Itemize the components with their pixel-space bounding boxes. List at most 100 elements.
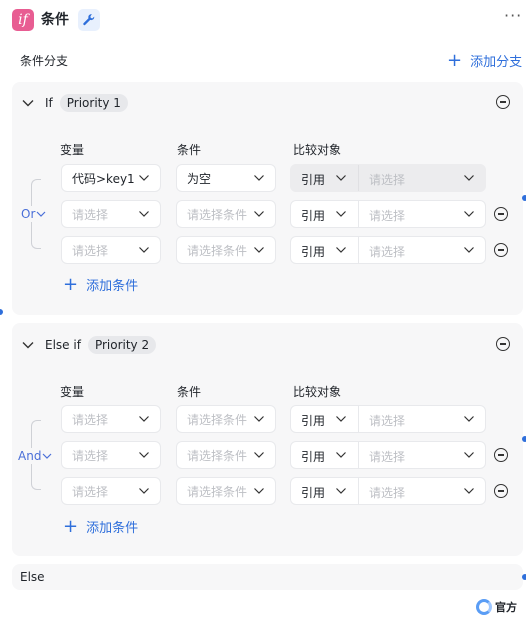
variable-select[interactable]: 请选择: [61, 236, 161, 264]
more-icon[interactable]: ···: [504, 6, 522, 25]
chevron-down-icon: [139, 211, 149, 217]
compare-field[interactable]: 引用 请选择: [290, 236, 486, 264]
variable-placeholder: 请选择: [72, 243, 109, 258]
branch-card-if: If Priority 1 变量 条件 比较对象 Or 代码>key1 为空 引…: [12, 82, 523, 315]
divider: [358, 165, 359, 191]
compare-field[interactable]: 引用 请选择: [290, 441, 486, 469]
condition-select[interactable]: 请选择条件: [176, 405, 276, 433]
column-head-condition: 条件: [177, 385, 202, 399]
compare-value-placeholder: 请选择: [369, 486, 406, 500]
branch-card-else-if: Else if Priority 2 变量 条件 比较对象 And 请选择 请选…: [12, 323, 523, 556]
compare-value-placeholder: 请选择: [369, 450, 406, 464]
condition-placeholder: 请选择条件: [187, 243, 248, 258]
remove-branch-minus-icon[interactable]: [496, 95, 510, 109]
chevron-down-icon: [254, 175, 264, 181]
add-condition-label: 添加条件: [86, 279, 139, 294]
chevron-down-icon: [464, 452, 474, 458]
column-head-variable: 变量: [60, 143, 85, 157]
logic-toggle-and[interactable]: And: [18, 448, 54, 464]
ref-type-label: 引用: [301, 450, 326, 464]
logic-label: And: [18, 449, 42, 463]
add-condition-button[interactable]: + 添加条件: [63, 517, 138, 536]
connector-dot-left[interactable]: [0, 309, 3, 315]
chevron-down-icon: [254, 211, 264, 217]
chevron-down-icon: [139, 416, 149, 422]
if-logo-icon: if: [12, 9, 34, 31]
compare-field-disabled: 引用 请选择: [290, 164, 486, 192]
compare-value-placeholder: 请选择: [369, 245, 406, 259]
chevron-down-icon: [254, 416, 264, 422]
divider: [358, 201, 359, 227]
branch-label: Else if: [45, 338, 81, 352]
compare-field[interactable]: 引用 请选择: [290, 477, 486, 505]
chevron-down-icon: [336, 247, 346, 253]
remove-condition-minus-icon[interactable]: [494, 207, 508, 221]
ref-type-label: 引用: [301, 209, 326, 223]
official-badge: 官方: [476, 599, 517, 615]
variable-select[interactable]: 请选择: [61, 405, 161, 433]
node-title: 条件: [41, 12, 69, 28]
branch-header: If Priority 1: [21, 94, 128, 112]
variable-placeholder: 请选择: [72, 207, 109, 222]
connector-dot-else[interactable]: [522, 574, 526, 580]
condition-value: 为空: [187, 171, 212, 186]
chevron-down-icon: [336, 452, 346, 458]
ref-type-label: 引用: [301, 173, 326, 187]
wrench-icon[interactable]: [78, 9, 100, 31]
official-label: 官方: [495, 601, 517, 614]
variable-select[interactable]: 代码>key1: [61, 164, 161, 192]
compare-value-placeholder: 请选择: [369, 173, 406, 187]
variable-select[interactable]: 请选择: [61, 200, 161, 228]
ref-type-label: 引用: [301, 245, 326, 259]
plus-icon: +: [63, 515, 79, 537]
chevron-down-icon: [336, 488, 346, 494]
condition-placeholder: 请选择条件: [187, 207, 248, 222]
ref-type-label: 引用: [301, 414, 326, 428]
variable-placeholder: 请选择: [72, 484, 109, 499]
compare-value-placeholder: 请选择: [369, 414, 406, 428]
compare-field[interactable]: 引用 请选择: [290, 200, 486, 228]
remove-condition-minus-icon[interactable]: [494, 243, 508, 257]
condition-placeholder: 请选择条件: [187, 484, 248, 499]
connector-dot-if[interactable]: [522, 195, 526, 201]
chevron-down-icon: [139, 488, 149, 494]
chevron-down-icon[interactable]: [21, 338, 35, 352]
variable-placeholder: 请选择: [72, 448, 109, 463]
variable-select[interactable]: 请选择: [61, 441, 161, 469]
add-branch-button[interactable]: + 添加分支: [447, 51, 522, 70]
divider: [358, 237, 359, 263]
chevron-down-icon: [336, 175, 346, 181]
connector-dot-else-if[interactable]: [522, 436, 526, 442]
condition-select[interactable]: 请选择条件: [176, 236, 276, 264]
chevron-down-icon: [254, 247, 264, 253]
condition-select[interactable]: 请选择条件: [176, 477, 276, 505]
variable-placeholder: 请选择: [72, 412, 109, 427]
chevron-down-icon: [254, 452, 264, 458]
condition-select[interactable]: 请选择条件: [176, 441, 276, 469]
else-label: Else: [20, 570, 45, 584]
add-branch-label: 添加分支: [470, 55, 523, 70]
branch-header: Else if Priority 2: [21, 336, 157, 354]
condition-placeholder: 请选择条件: [187, 448, 248, 463]
chevron-down-icon: [464, 488, 474, 494]
chevron-down-icon[interactable]: [21, 96, 35, 110]
compare-value-placeholder: 请选择: [369, 209, 406, 223]
condition-select[interactable]: 为空: [176, 164, 276, 192]
remove-condition-minus-icon[interactable]: [494, 484, 508, 498]
column-head-compare: 比较对象: [293, 385, 342, 399]
remove-condition-minus-icon[interactable]: [494, 448, 508, 462]
remove-branch-minus-icon[interactable]: [496, 337, 510, 351]
logic-toggle-or[interactable]: Or: [21, 206, 48, 222]
section-label: 条件分支: [20, 54, 69, 68]
chevron-down-icon: [464, 247, 474, 253]
priority-badge: Priority 2: [87, 336, 157, 354]
chevron-down-icon: [464, 211, 474, 217]
chevron-down-icon: [139, 247, 149, 253]
add-condition-button[interactable]: + 添加条件: [63, 275, 138, 294]
condition-select[interactable]: 请选择条件: [176, 200, 276, 228]
chevron-down-icon: [43, 453, 52, 459]
branch-label: If: [45, 96, 53, 110]
compare-field[interactable]: 引用 请选择: [290, 405, 486, 433]
column-head-variable: 变量: [60, 385, 85, 399]
variable-select[interactable]: 请选择: [61, 477, 161, 505]
